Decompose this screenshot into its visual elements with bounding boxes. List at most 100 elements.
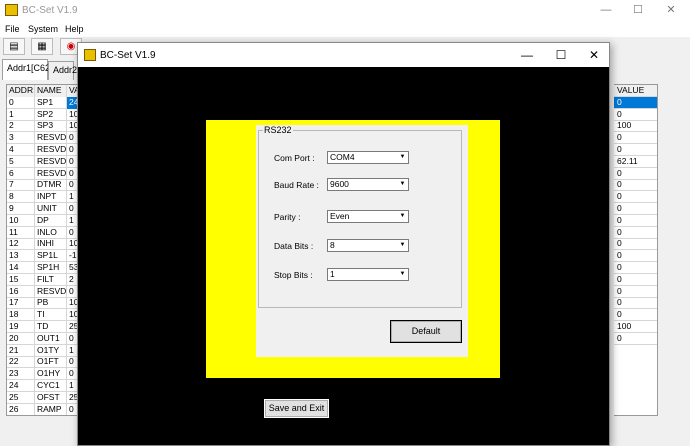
addr-cell[interactable]: 21 xyxy=(7,344,35,357)
close-button[interactable]: ✕ xyxy=(663,3,679,17)
name-cell[interactable]: INHI xyxy=(35,238,67,251)
addr-cell[interactable]: 0 xyxy=(7,96,35,109)
value-cell[interactable]: 0 xyxy=(614,297,657,310)
addr-cell[interactable]: 19 xyxy=(7,321,35,333)
addr-cell[interactable]: 15 xyxy=(7,273,35,286)
table-row[interactable]: 24 CYC1 1 xyxy=(7,380,77,392)
table-row[interactable]: 25 OFST 25 xyxy=(7,391,77,404)
table-row[interactable]: 12 INHI 10 xyxy=(7,238,77,251)
save-and-exit-button[interactable]: Save and Exit xyxy=(264,399,329,418)
tab-addr1[interactable]: Addr1[C62] xyxy=(2,59,53,80)
baud-rate-select[interactable]: 9600 ▼ xyxy=(327,178,409,191)
name-cell[interactable]: INPT xyxy=(35,191,67,204)
value-cell[interactable]: 0 xyxy=(614,96,657,109)
table-row[interactable]: 1 SP2 10 xyxy=(7,108,77,121)
menu-help[interactable]: Help xyxy=(65,24,84,34)
value-cell[interactable]: 0 xyxy=(614,333,657,345)
value-cell[interactable]: 0 xyxy=(614,262,657,274)
table-row[interactable]: 8 INPT 1 xyxy=(7,191,77,204)
addr-cell[interactable]: 5 xyxy=(7,155,35,168)
name-cell[interactable]: OUT1 xyxy=(35,332,67,345)
name-cell[interactable]: SP1 xyxy=(35,96,67,109)
table-row[interactable]: 17 PB 10 xyxy=(7,297,77,310)
name-cell[interactable]: O1TY xyxy=(35,344,67,357)
maximize-button[interactable]: ☐ xyxy=(630,3,646,17)
table-row[interactable]: 7 DTMR 0 xyxy=(7,179,77,192)
addr-cell[interactable]: 11 xyxy=(7,226,35,239)
com-port-select[interactable]: COM4 ▼ xyxy=(327,151,409,164)
value-cell[interactable]: 0 xyxy=(614,286,657,298)
value-cell[interactable]: 0 xyxy=(614,144,657,156)
name-cell[interactable]: CYC1 xyxy=(35,380,67,392)
name-cell[interactable]: SP1H xyxy=(35,262,67,274)
value-cell[interactable]: 0 xyxy=(614,191,657,204)
name-cell[interactable]: RESVD xyxy=(35,167,67,180)
addr-cell[interactable]: 8 xyxy=(7,191,35,204)
table-row[interactable]: 9 UNIT 0 xyxy=(7,203,77,215)
table-row[interactable]: 5 RESVD 0 xyxy=(7,155,77,168)
name-cell[interactable]: SP1L xyxy=(35,250,67,263)
addr-cell[interactable]: 1 xyxy=(7,108,35,121)
value-cell[interactable]: 0 xyxy=(614,215,657,227)
value-cell[interactable]: 0 xyxy=(614,109,657,121)
name-cell[interactable]: RESVD xyxy=(35,285,67,298)
table-row[interactable]: 3 RESVD 0 xyxy=(7,132,77,145)
table-row[interactable]: 0 SP1 24 xyxy=(7,96,77,109)
addr-cell[interactable]: 10 xyxy=(7,214,35,227)
addr-cell[interactable]: 9 xyxy=(7,203,35,215)
stop-bits-select[interactable]: 1 ▼ xyxy=(327,268,409,281)
addr-cell[interactable]: 23 xyxy=(7,368,35,381)
value-cell[interactable]: 0 xyxy=(614,227,657,239)
value-cell[interactable]: 0 xyxy=(614,132,657,145)
menu-system[interactable]: System xyxy=(28,24,58,34)
table-row[interactable]: 16 RESVD 0 xyxy=(7,285,77,298)
addr-cell[interactable]: 16 xyxy=(7,285,35,298)
addr-cell[interactable]: 14 xyxy=(7,262,35,274)
table-row[interactable]: 4 RESVD 0 xyxy=(7,144,77,156)
value-cell[interactable]: 100 xyxy=(614,120,657,133)
table-row[interactable]: 22 O1FT 0 xyxy=(7,356,77,369)
name-cell[interactable]: TI xyxy=(35,309,67,322)
value-cell[interactable]: 100 xyxy=(614,321,657,333)
addr-cell[interactable]: 2 xyxy=(7,120,35,133)
name-cell[interactable]: O1HY xyxy=(35,368,67,381)
table-row[interactable]: 6 RESVD 0 xyxy=(7,167,77,180)
table-row[interactable]: 26 RAMP 0 xyxy=(7,403,77,415)
table-row[interactable]: 10 DP 1 xyxy=(7,214,77,227)
name-cell[interactable]: DTMR xyxy=(35,179,67,192)
addr-cell[interactable]: 22 xyxy=(7,356,35,369)
addr-cell[interactable]: 25 xyxy=(7,391,35,404)
addr-cell[interactable]: 3 xyxy=(7,132,35,145)
table-row[interactable]: 18 TI 10 xyxy=(7,309,77,322)
addr-cell[interactable]: 13 xyxy=(7,250,35,263)
addr-cell[interactable]: 20 xyxy=(7,332,35,345)
table-row[interactable]: 20 OUT1 0 xyxy=(7,332,77,345)
table-row[interactable]: 2 SP3 10 xyxy=(7,120,77,133)
value-cell[interactable]: 0 xyxy=(614,238,657,251)
name-cell[interactable]: O1FT xyxy=(35,356,67,369)
parity-select[interactable]: Even ▼ xyxy=(327,210,409,223)
value-cell[interactable]: 0 xyxy=(614,274,657,286)
name-cell[interactable]: PB xyxy=(35,297,67,310)
table-row[interactable]: 23 O1HY 0 xyxy=(7,368,77,381)
name-cell[interactable]: SP2 xyxy=(35,108,67,121)
open-icon[interactable]: ▤ xyxy=(3,38,25,55)
name-cell[interactable]: UNIT xyxy=(35,203,67,215)
addr-cell[interactable]: 4 xyxy=(7,144,35,156)
addr-cell[interactable]: 12 xyxy=(7,238,35,251)
addr-cell[interactable]: 17 xyxy=(7,297,35,310)
value-cell[interactable]: 0 xyxy=(614,203,657,215)
name-cell[interactable]: OFST xyxy=(35,391,67,404)
tab-addr2[interactable]: Addr2 xyxy=(48,61,77,80)
addr-cell[interactable]: 26 xyxy=(7,403,35,415)
name-cell[interactable]: RESVD xyxy=(35,155,67,168)
value-cell[interactable]: 62.11 xyxy=(614,156,657,168)
table-row[interactable]: 13 SP1L -1 xyxy=(7,250,77,263)
value-cell[interactable]: 0 xyxy=(614,168,657,180)
addr-cell[interactable]: 18 xyxy=(7,309,35,322)
table-row[interactable]: 19 TD 25 xyxy=(7,321,77,333)
addr-cell[interactable]: 24 xyxy=(7,380,35,392)
value-cell[interactable]: 0 xyxy=(614,309,657,322)
data-bits-select[interactable]: 8 ▼ xyxy=(327,239,409,252)
default-button[interactable]: Default xyxy=(390,320,462,343)
